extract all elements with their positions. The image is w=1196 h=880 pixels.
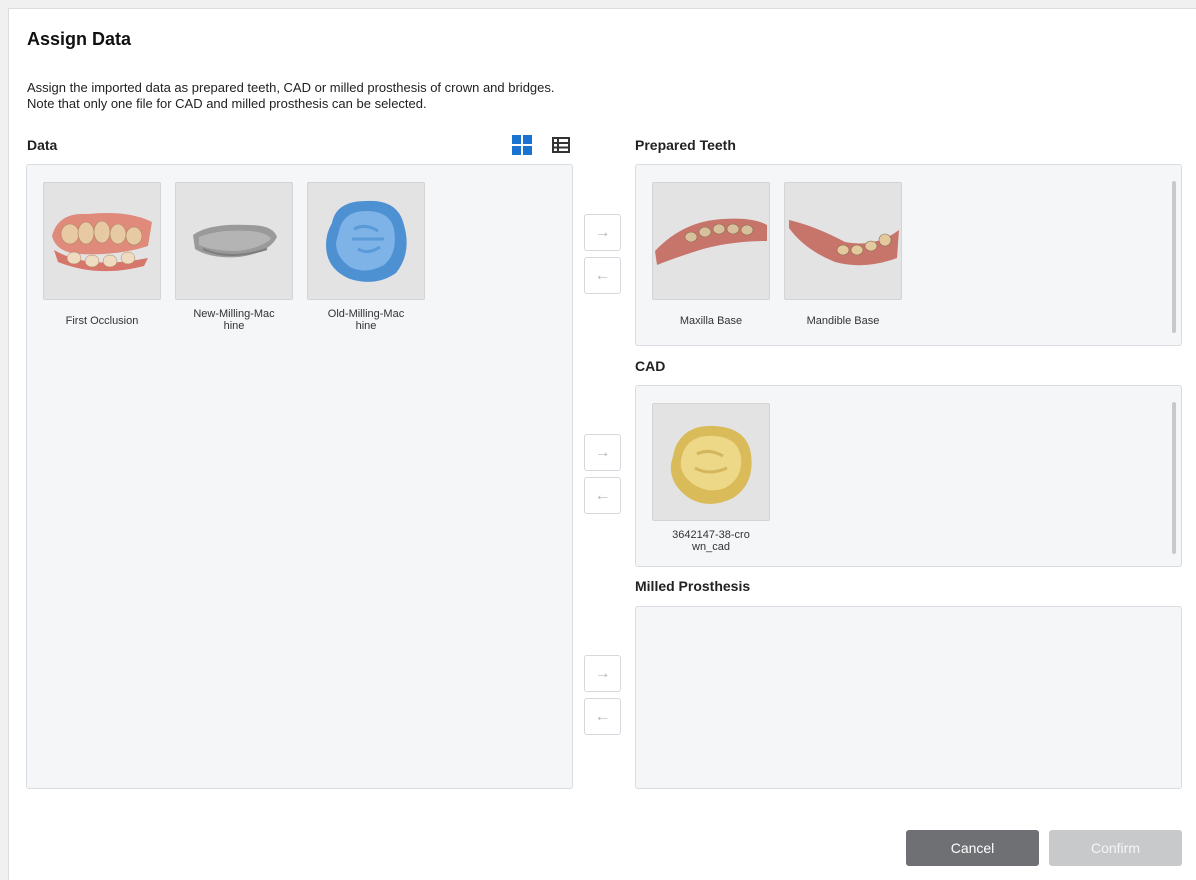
grid-view-icon[interactable] (511, 134, 533, 156)
data-label: Data (27, 137, 58, 153)
dialog-title: Assign Data (27, 29, 132, 49)
list-view-icon[interactable] (550, 134, 572, 156)
item-name: Maxilla Base (679, 315, 743, 327)
data-item-old-milling-machine[interactable]: Old-Milling-Mac hine (307, 182, 425, 332)
mandible-model-thumbnail (784, 182, 902, 300)
item-name-line-1: Old-Milling-Mac (327, 308, 405, 320)
item-name-line-1: 3642147-38-cro (672, 529, 750, 541)
arrow-right-icon: → (594, 443, 611, 461)
item-name-line-2: wn_cad (692, 541, 730, 553)
remove-from-cad-button[interactable]: ← (584, 477, 621, 514)
blue-crown-thumbnail (307, 182, 425, 300)
cancel-button[interactable]: Cancel (906, 830, 1039, 866)
cad-label: CAD (635, 358, 666, 374)
arrow-left-icon: ← (594, 486, 611, 504)
item-name: First Occlusion (65, 315, 139, 327)
maxilla-model-thumbnail (652, 182, 770, 300)
data-panel[interactable]: First Occlusion New-Milling-Mac hine Old… (26, 164, 573, 789)
milled-prosthesis-panel[interactable] (635, 606, 1182, 789)
occlusion-model-thumbnail (43, 182, 161, 300)
cad-scrollbar[interactable] (1172, 402, 1176, 554)
prepared-teeth-panel[interactable]: Maxilla Base Mandible Base (635, 164, 1182, 346)
cad-panel[interactable]: 3642147-38-cro wn_cad (635, 385, 1182, 567)
milled-prosthesis-label: Milled Prosthesis (635, 578, 751, 594)
item-name-line-2: hine (355, 320, 377, 332)
prepared-teeth-scrollbar[interactable] (1172, 181, 1176, 333)
item-name: Mandible Base (806, 315, 880, 327)
description-line-2: Note that only one file for CAD and mill… (27, 96, 427, 111)
description-line-1: Assign the imported data as prepared tee… (27, 80, 555, 95)
arrow-right-icon: → (594, 664, 611, 682)
data-item-first-occlusion[interactable]: First Occlusion (43, 182, 161, 327)
item-name-line-2: hine (223, 320, 245, 332)
assign-to-prepared-teeth-button[interactable]: → (584, 214, 621, 251)
item-name: Old-Milling-Mac hine (307, 308, 425, 332)
gray-model-thumbnail (175, 182, 293, 300)
prepared-item-mandible-base[interactable]: Mandible Base (784, 182, 902, 327)
item-name: New-Milling-Mac hine (175, 308, 293, 332)
cad-item-crown[interactable]: 3642147-38-cro wn_cad (652, 403, 770, 553)
assign-to-cad-button[interactable]: → (584, 434, 621, 471)
prepared-teeth-label: Prepared Teeth (635, 137, 736, 153)
assign-to-milled-button[interactable]: → (584, 655, 621, 692)
arrow-right-icon: → (594, 223, 611, 241)
arrow-left-icon: ← (594, 707, 611, 725)
prepared-item-maxilla-base[interactable]: Maxilla Base (652, 182, 770, 327)
assign-data-dialog: Assign Data Assign the imported data as … (8, 8, 1196, 880)
item-name-line-1: New-Milling-Mac (193, 308, 275, 320)
yellow-crown-thumbnail (652, 403, 770, 521)
arrow-left-icon: ← (594, 266, 611, 284)
remove-from-prepared-teeth-button[interactable]: ← (584, 257, 621, 294)
dialog-description: Assign the imported data as prepared tee… (27, 80, 555, 112)
item-name: 3642147-38-cro wn_cad (652, 529, 770, 553)
remove-from-milled-button[interactable]: ← (584, 698, 621, 735)
data-item-new-milling-machine[interactable]: New-Milling-Mac hine (175, 182, 293, 332)
confirm-button[interactable]: Confirm (1049, 830, 1182, 866)
